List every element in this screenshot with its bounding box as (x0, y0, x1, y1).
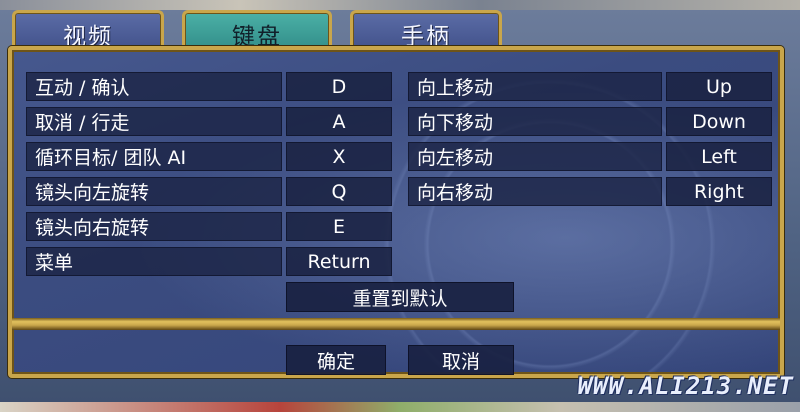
action-label: 向左移动 (408, 142, 662, 171)
key-button-move-left[interactable]: Left (666, 142, 772, 171)
action-label: 互动 / 确认 (26, 72, 282, 101)
key-button-menu[interactable]: Return (286, 247, 392, 276)
action-label: 向下移动 (408, 107, 662, 136)
action-label: 镜头向右旋转 (26, 212, 282, 241)
binding-row-cancel: 取消 / 行走 A (26, 107, 392, 136)
key-button-rotate-left[interactable]: Q (286, 177, 392, 206)
desktop-taskbar-strip (0, 402, 800, 412)
binding-row-move-up: 向上移动 Up (408, 72, 772, 101)
binding-row-move-left: 向左移动 Left (408, 142, 772, 171)
binding-row-rotate-right: 镜头向右旋转 E (26, 212, 392, 241)
desktop-top-strip (0, 0, 800, 10)
binding-row-cycle-target: 循环目标/ 团队 AI X (26, 142, 392, 171)
action-label: 循环目标/ 团队 AI (26, 142, 282, 171)
action-label: 向右移动 (408, 177, 662, 206)
binding-row-interact: 互动 / 确认 D (26, 72, 392, 101)
binding-row-rotate-left: 镜头向左旋转 Q (26, 177, 392, 206)
binding-row-move-down: 向下移动 Down (408, 107, 772, 136)
cancel-button[interactable]: 取消 (408, 345, 514, 375)
key-button-cycle-target[interactable]: X (286, 142, 392, 171)
action-label: 向上移动 (408, 72, 662, 101)
key-button-cancel[interactable]: A (286, 107, 392, 136)
key-button-interact[interactable]: D (286, 72, 392, 101)
key-button-move-up[interactable]: Up (666, 72, 772, 101)
key-button-rotate-right[interactable]: E (286, 212, 392, 241)
binding-row-menu: 菜单 Return (26, 247, 392, 276)
key-button-move-right[interactable]: Right (666, 177, 772, 206)
binding-row-move-right: 向右移动 Right (408, 177, 772, 206)
confirm-button[interactable]: 确定 (286, 345, 386, 375)
action-label: 镜头向左旋转 (26, 177, 282, 206)
key-button-move-down[interactable]: Down (666, 107, 772, 136)
gold-divider (12, 318, 780, 330)
site-watermark: WWW.ALI213.NET (577, 372, 794, 400)
action-label: 菜单 (26, 247, 282, 276)
reset-defaults-button[interactable]: 重置到默认 (286, 282, 514, 312)
action-label: 取消 / 行走 (26, 107, 282, 136)
